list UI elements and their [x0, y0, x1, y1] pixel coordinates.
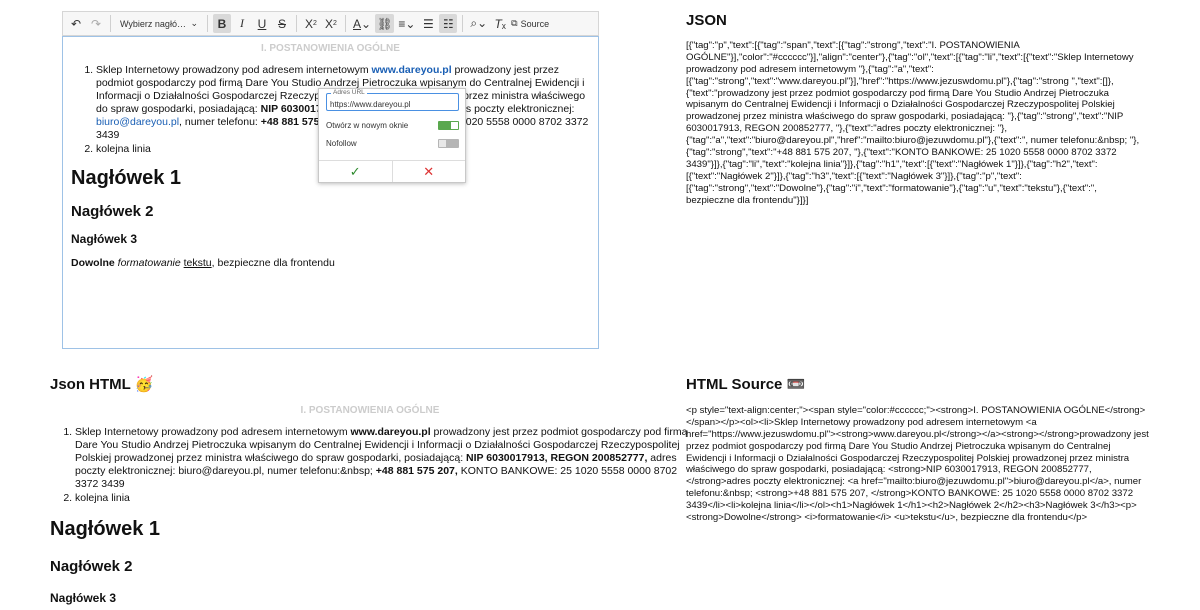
document-title: I. POSTANOWIENIA OGÓLNE	[261, 43, 400, 54]
popup-actions: ✓ ✕	[319, 160, 465, 182]
json-html-preview: I. POSTANOWIENIA OGÓLNE Sklep Internetow…	[50, 405, 690, 610]
italic-icon[interactable]: I	[233, 14, 251, 33]
list-item-text: , numer telefonu:	[179, 116, 261, 128]
json-html-section-title: Json HTML 🥳	[50, 376, 154, 393]
source-button[interactable]: ⧉ Source	[511, 18, 549, 29]
nofollow-row: Nofollow	[326, 139, 459, 148]
strikethrough-icon[interactable]: S	[273, 14, 291, 33]
formatted-paragraph: Dowolne formatowanie tekstu, bezpieczne …	[71, 257, 335, 270]
bulleted-list-icon[interactable]: ☰	[419, 14, 437, 33]
heading-select[interactable]: Wybierz nagłó… ⌄	[116, 14, 202, 33]
list-item-text: Sklep Internetowy prowadzony pod adresem…	[96, 63, 372, 76]
check-icon[interactable]: ✓	[319, 161, 393, 182]
subscript-icon[interactable]: X2	[302, 14, 320, 33]
json-output: [{"tag":"p","text":[{"tag":"span","text"…	[686, 40, 1140, 206]
document-title: I. POSTANOWIENIA OGÓLNE	[300, 405, 440, 416]
url-input-label: Adres URL	[331, 89, 367, 96]
chevron-down-icon: ⌄	[190, 18, 198, 28]
videocassette-emoji-icon: 📼	[786, 376, 806, 393]
nofollow-toggle[interactable]	[438, 139, 459, 148]
email-link[interactable]: biuro@dareyou.pl	[178, 465, 261, 477]
website-link[interactable]: www.dareyou.pl	[350, 426, 430, 438]
list-item: kolejna linia	[75, 492, 690, 505]
toolbar-divider	[345, 15, 346, 32]
url-input[interactable]: Adres URL https://www.dareyou.pl	[326, 89, 459, 111]
list-item: Sklep Internetowy prowadzony pod adresem…	[75, 426, 690, 492]
heading-3: Nagłówek 3	[71, 232, 138, 247]
html-source-section-title: HTML Source 📼	[686, 376, 806, 393]
website-link[interactable]: www.dareyou.pl	[371, 64, 451, 76]
link-icon[interactable]: ⛓	[375, 14, 395, 33]
close-icon[interactable]: ✕	[393, 161, 466, 182]
rich-text-editor: ↶ ↷ Wybierz nagłó… ⌄ B I U S X2 X2 A ⌄ ⛓ …	[62, 11, 599, 349]
heading-2: Nagłówek 2	[50, 558, 133, 576]
bold-icon[interactable]: B	[213, 14, 231, 33]
heading-3: Nagłówek 3	[50, 591, 117, 605]
editor-content[interactable]: I. POSTANOWIENIA OGÓLNE Sklep Internetow…	[62, 36, 599, 349]
json-section-title: JSON	[686, 12, 727, 29]
redo-icon[interactable]: ↷	[87, 14, 105, 33]
new-window-row: Otwórz w nowym oknie	[326, 121, 459, 130]
numbered-list-icon[interactable]: ☷	[439, 14, 458, 33]
font-color-icon[interactable]: A ⌄	[351, 14, 373, 33]
editor-toolbar: ↶ ↷ Wybierz nagłó… ⌄ B I U S X2 X2 A ⌄ ⛓ …	[62, 11, 599, 36]
new-window-label: Otwórz w nowym oknie	[326, 121, 409, 130]
email-link[interactable]: biuro@dareyou.pl	[96, 116, 179, 128]
align-icon[interactable]: ≡⌄	[396, 14, 417, 33]
toolbar-divider	[207, 15, 208, 32]
nofollow-label: Nofollow	[326, 139, 357, 148]
find-icon[interactable]: ⌕⌄	[468, 14, 489, 33]
link-popup: Adres URL https://www.dareyou.pl Otwórz …	[318, 88, 466, 183]
undo-icon[interactable]: ↶	[67, 14, 85, 33]
source-label: Source	[520, 18, 550, 29]
remove-format-icon[interactable]: Tₓ	[491, 14, 509, 33]
source-icon: ⧉	[511, 18, 518, 28]
party-emoji-icon: 🥳	[134, 376, 154, 393]
heading-2: Nagłówek 2	[71, 203, 154, 221]
heading-select-value: Wybierz nagłó…	[120, 18, 186, 29]
html-source-output: <p style="text-align:center;"><span styl…	[686, 405, 1149, 524]
underline-icon[interactable]: U	[253, 14, 271, 33]
heading-1: Nagłówek 1	[50, 518, 161, 541]
new-window-toggle[interactable]	[438, 121, 459, 130]
url-input-value: https://www.dareyou.pl	[330, 100, 411, 109]
toolbar-divider	[296, 15, 297, 32]
toolbar-divider	[462, 15, 464, 32]
superscript-icon[interactable]: X2	[322, 14, 340, 33]
toolbar-divider	[110, 15, 111, 32]
numbered-list: Sklep Internetowy prowadzony pod adresem…	[50, 426, 690, 506]
